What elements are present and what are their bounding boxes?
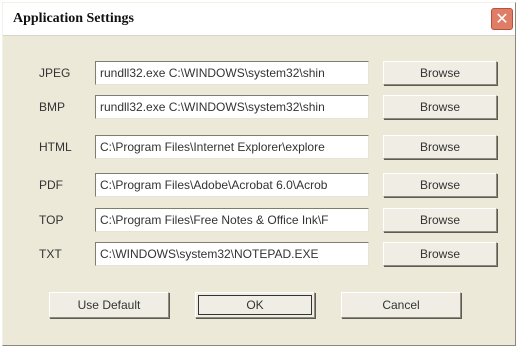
- txt-label: TXT: [39, 247, 62, 261]
- dialog-title: Application Settings: [13, 11, 134, 26]
- txt-path-field[interactable]: C:\WINDOWS\system32\NOTEPAD.EXE: [95, 242, 369, 266]
- html-label: HTML: [39, 140, 72, 154]
- pdf-label: PDF: [39, 178, 63, 192]
- ok-button[interactable]: OK: [195, 292, 315, 318]
- pdf-path-field[interactable]: C:\Program Files\Adobe\Acrobat 6.0\Acrob: [95, 173, 369, 197]
- use-default-button[interactable]: Use Default: [49, 292, 169, 318]
- close-icon[interactable]: ✕: [491, 8, 513, 30]
- top-browse-button[interactable]: Browse: [383, 208, 497, 232]
- cancel-button[interactable]: Cancel: [341, 292, 461, 318]
- html-path-field[interactable]: C:\Program Files\Internet Explorer\explo…: [95, 135, 369, 159]
- jpeg-browse-button[interactable]: Browse: [383, 61, 497, 85]
- top-label: TOP: [39, 213, 64, 227]
- html-browse-button[interactable]: Browse: [383, 135, 497, 159]
- top-path-field[interactable]: C:\Program Files\Free Notes & Office Ink…: [95, 208, 369, 232]
- jpeg-label: JPEG: [39, 66, 71, 80]
- title-bar[interactable]: Application Settings ✕: [3, 3, 515, 36]
- pdf-browse-button[interactable]: Browse: [383, 173, 497, 197]
- application-settings-dialog: Application Settings ✕ JPEG rundll32.exe…: [2, 2, 516, 346]
- bmp-browse-button[interactable]: Browse: [383, 95, 497, 119]
- txt-browse-button[interactable]: Browse: [383, 242, 497, 266]
- bmp-label: BMP: [39, 100, 66, 114]
- jpeg-path-field[interactable]: rundll32.exe C:\WINDOWS\system32\shin: [95, 61, 369, 85]
- bmp-path-field[interactable]: rundll32.exe C:\WINDOWS\system32\shin: [95, 95, 369, 119]
